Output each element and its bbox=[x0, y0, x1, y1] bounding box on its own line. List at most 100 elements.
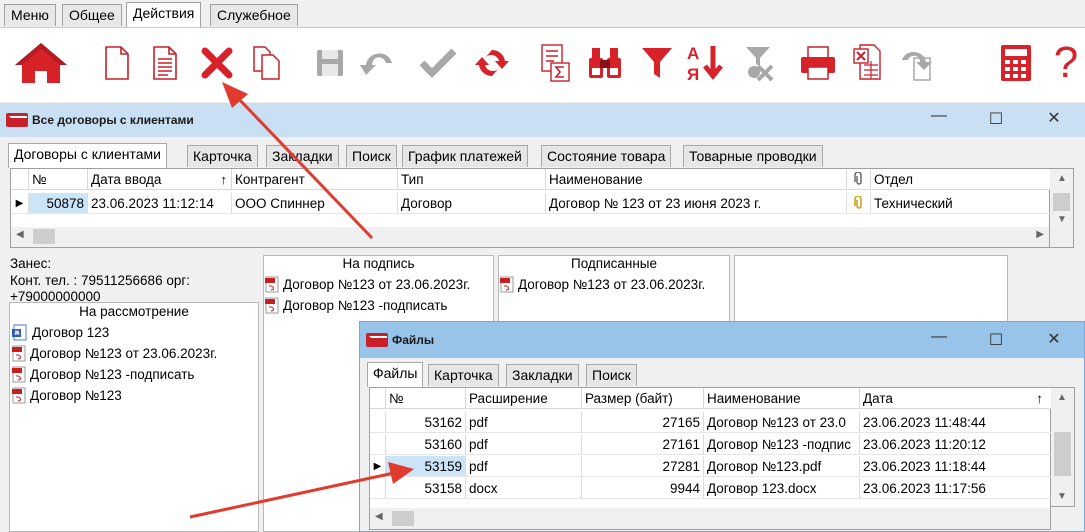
binoculars-icon[interactable] bbox=[585, 40, 625, 86]
sort-icon[interactable]: АЯ bbox=[685, 40, 725, 86]
copy-icon[interactable] bbox=[247, 40, 287, 86]
table-row-cell-id[interactable]: 50878 bbox=[29, 193, 88, 214]
grid-header-name[interactable]: Наименование bbox=[704, 388, 860, 409]
table-row-cell-size[interactable]: 9944 bbox=[582, 478, 704, 499]
tab-search[interactable]: Поиск bbox=[586, 364, 637, 386]
scroll-right-icon[interactable]: ▶ bbox=[1036, 229, 1044, 240]
tab-files[interactable]: Файлы bbox=[367, 362, 424, 387]
dialog-close-button[interactable]: ✕ bbox=[1042, 329, 1066, 349]
list-item[interactable]: Договор №123 bbox=[12, 385, 122, 405]
list-item[interactable]: Договор №123 от 23.06.2023г. bbox=[265, 274, 470, 294]
grid-header-counterparty[interactable]: Контрагент bbox=[232, 169, 398, 190]
table-row-cell-name[interactable]: Договор 123.docx bbox=[704, 478, 860, 499]
grid-header-date-label: Дата bbox=[863, 391, 893, 406]
tab-search[interactable]: Поиск bbox=[346, 145, 397, 167]
home-icon[interactable] bbox=[10, 40, 72, 86]
table-row-cell-size[interactable]: 27161 bbox=[582, 434, 704, 455]
grid-header-date[interactable]: Дата ↑ bbox=[860, 388, 1052, 409]
scroll-down-icon[interactable]: ▼ bbox=[1057, 214, 1067, 225]
table-row-cell-id[interactable]: 53159 bbox=[386, 456, 466, 477]
filter-icon[interactable] bbox=[637, 40, 677, 86]
grid-header-number[interactable]: № bbox=[386, 388, 466, 409]
table-row-cell-name[interactable]: Договор №123 от 23.0 bbox=[704, 412, 860, 433]
scroll-up-icon[interactable]: ▲ bbox=[1057, 392, 1067, 403]
grid-header-extension[interactable]: Расширение bbox=[466, 388, 582, 409]
grid-header-number[interactable]: № bbox=[29, 169, 88, 190]
edit-document-icon[interactable] bbox=[145, 40, 185, 86]
list-item[interactable]: Договор 123 bbox=[12, 322, 109, 342]
table-row-cell-ext[interactable]: pdf bbox=[466, 412, 582, 433]
table-row-cell-date[interactable]: 23.06.2023 11:20:12 bbox=[860, 434, 1052, 455]
list-item[interactable]: Договор №123 -подписать bbox=[265, 295, 447, 315]
grid-header-department[interactable]: Отдел bbox=[871, 169, 1051, 190]
table-row-cell-size[interactable]: 27281 bbox=[582, 456, 704, 477]
dialog-minimize-button[interactable]: — bbox=[927, 328, 951, 346]
table-row-cell-department[interactable]: Технический bbox=[871, 193, 1051, 214]
table-row-cell-date[interactable]: 23.06.2023 11:18:44 bbox=[860, 456, 1052, 477]
table-row-cell-name[interactable]: Договор №123.pdf bbox=[704, 456, 860, 477]
grid-header-date[interactable]: Дата ввода ↑ bbox=[88, 169, 232, 190]
calculator-icon[interactable] bbox=[996, 40, 1036, 86]
minimize-button[interactable]: — bbox=[927, 107, 951, 125]
tab-card[interactable]: Карточка bbox=[187, 145, 258, 167]
tab-card[interactable]: Карточка bbox=[428, 364, 499, 386]
table-row-cell-ext[interactable]: pdf bbox=[466, 456, 582, 477]
table-row-cell-id[interactable]: 53158 bbox=[386, 478, 466, 499]
vscroll-thumb[interactable] bbox=[1054, 432, 1071, 476]
new-document-icon[interactable] bbox=[97, 40, 137, 86]
grid-header-indicator bbox=[370, 388, 386, 409]
formula-icon[interactable] bbox=[535, 40, 575, 86]
table-row-cell-type[interactable]: Договор bbox=[398, 193, 546, 214]
grid-header-type[interactable]: Тип bbox=[398, 169, 546, 190]
tab-bookmarks[interactable]: Закладки bbox=[506, 364, 579, 386]
refresh-icon[interactable] bbox=[472, 40, 512, 86]
table-row-cell-ext[interactable]: docx bbox=[466, 478, 582, 499]
vertical-scrollbar[interactable]: ▲ ▼ bbox=[1050, 168, 1074, 248]
close-button[interactable]: ✕ bbox=[1042, 108, 1066, 128]
tab-bookmarks[interactable]: Закладки bbox=[266, 145, 339, 167]
table-row-cell-id[interactable]: 53160 bbox=[386, 434, 466, 455]
delete-icon[interactable] bbox=[197, 40, 237, 86]
table-row-cell-ext[interactable]: pdf bbox=[466, 434, 582, 455]
list-item[interactable]: Договор №123 от 23.06.2023г. bbox=[500, 274, 705, 294]
horizontal-scrollbar[interactable]: ◀ ▶ bbox=[11, 227, 1049, 247]
print-icon[interactable] bbox=[798, 40, 838, 86]
help-icon[interactable]: ? bbox=[1046, 40, 1085, 86]
scroll-thumb[interactable] bbox=[392, 511, 414, 526]
tab-payment-schedule[interactable]: График платежей bbox=[402, 145, 528, 167]
tab-contracts[interactable]: Договоры с клиентами bbox=[8, 143, 167, 168]
list-item[interactable]: Договор №123 -подписать bbox=[12, 364, 194, 384]
scroll-thumb[interactable] bbox=[33, 229, 55, 244]
table-row-cell-size[interactable]: 27165 bbox=[582, 412, 704, 433]
scroll-up-icon[interactable]: ▲ bbox=[1057, 173, 1067, 184]
table-row-cell-date[interactable]: 23.06.2023 11:17:56 bbox=[860, 478, 1052, 499]
menu-tab-service[interactable]: Служебное bbox=[210, 4, 298, 26]
scroll-left-icon[interactable]: ◀ bbox=[16, 229, 24, 240]
maximize-button[interactable]: ☐ bbox=[984, 109, 1008, 129]
table-row-cell-counterparty[interactable]: ООО Спиннер bbox=[232, 193, 398, 214]
vscroll-thumb[interactable] bbox=[1053, 193, 1070, 211]
dialog-maximize-button[interactable]: ☐ bbox=[984, 330, 1008, 350]
table-row-cell-name[interactable]: Договор №123 -подпис bbox=[704, 434, 860, 455]
list-item[interactable]: Договор №123 от 23.06.2023г. bbox=[12, 343, 217, 363]
list-item-label: Договор №123 от 23.06.2023г. bbox=[518, 276, 706, 292]
menu-tab-actions[interactable]: Действия bbox=[126, 2, 202, 28]
table-row-cell-date[interactable]: 23.06.2023 11:12:14 bbox=[88, 193, 232, 214]
table-row-cell-date[interactable]: 23.06.2023 11:48:44 bbox=[860, 412, 1052, 433]
menu-tab-menu[interactable]: Меню bbox=[4, 4, 56, 26]
menu-tab-general[interactable]: Общее bbox=[62, 4, 122, 26]
scroll-left-icon[interactable]: ◀ bbox=[375, 511, 383, 522]
grid-header-size[interactable]: Размер (байт) bbox=[582, 388, 704, 409]
tab-goods-state[interactable]: Состояние товара bbox=[541, 145, 672, 167]
tab-goods-postings[interactable]: Товарные проводки bbox=[683, 145, 823, 167]
table-row-cell-name[interactable]: Договор № 123 от 23 июня 2023 г. bbox=[546, 193, 847, 214]
grid-header-name[interactable]: Наименование bbox=[546, 169, 847, 190]
attachment-indicator-icon[interactable] bbox=[847, 193, 871, 214]
table-row-cell-id[interactable]: 53162 bbox=[386, 412, 466, 433]
app-logo-icon bbox=[366, 333, 388, 347]
horizontal-scrollbar[interactable]: ◀ bbox=[370, 508, 1050, 529]
attachment-icon[interactable] bbox=[847, 169, 871, 190]
vertical-scrollbar[interactable]: ▲ ▼ bbox=[1051, 387, 1075, 507]
excel-icon[interactable] bbox=[848, 40, 888, 86]
scroll-down-icon[interactable]: ▼ bbox=[1057, 491, 1067, 502]
